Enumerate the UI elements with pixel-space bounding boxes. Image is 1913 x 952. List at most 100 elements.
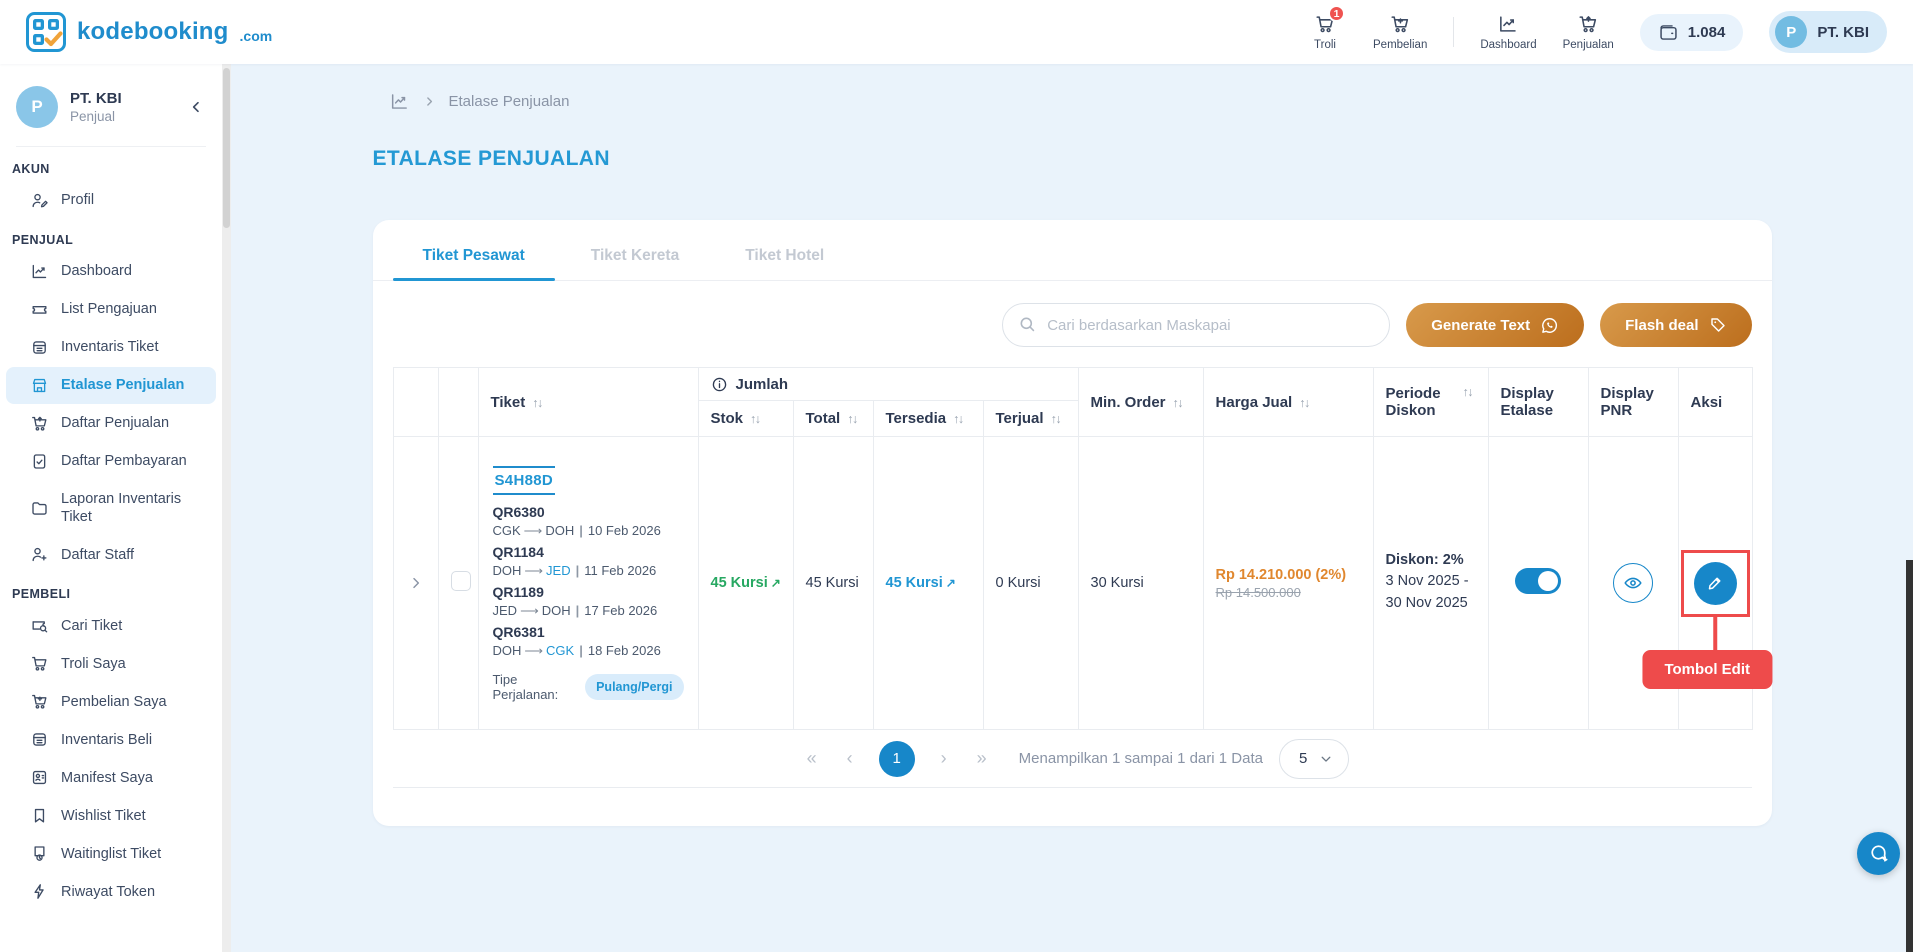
sort-icon[interactable]: ↑↓ xyxy=(750,412,760,426)
sidebar-item-wishlist-tiket[interactable]: Wishlist Tiket xyxy=(6,797,216,834)
harga-jual-value: Rp 14.210.000 (2%) xyxy=(1216,567,1361,583)
pagination-prev-button[interactable]: ‹ xyxy=(833,742,867,776)
sidebar-item-daftar-pembayaran[interactable]: Daftar Pembayaran xyxy=(6,443,216,480)
edit-button[interactable] xyxy=(1694,562,1737,605)
etalase-card: Tiket Pesawat Tiket Kereta Tiket Hotel G… xyxy=(373,220,1772,826)
dashboard-nav-button[interactable]: Dashboard xyxy=(1480,13,1536,51)
bookmark-icon xyxy=(30,806,49,825)
sidebar-item-riwayat-token[interactable]: Riwayat Token xyxy=(6,873,216,910)
sort-icon[interactable]: ↑↓ xyxy=(532,396,542,410)
info-icon[interactable] xyxy=(711,376,728,393)
airport-link[interactable]: CGK xyxy=(546,643,574,658)
row-select-cell xyxy=(438,437,478,730)
sort-icon[interactable]: ↑↓ xyxy=(1299,396,1309,410)
airport-link[interactable]: JED xyxy=(546,563,571,578)
sidebar-item-label: Manifest Saya xyxy=(61,769,153,787)
top-bar: kodebooking .com 1 Troli Pembelian Dashb… xyxy=(0,0,1913,64)
sort-icon[interactable]: ↑↓ xyxy=(1463,385,1473,399)
sidebar-item-laporan-inventaris-tiket[interactable]: Laporan Inventaris Tiket xyxy=(6,481,216,535)
breadcrumb-chart-icon[interactable] xyxy=(389,91,410,112)
tab-tiket-hotel[interactable]: Tiket Hotel xyxy=(715,247,854,280)
pagination-info: Menampilkan 1 sampai 1 dari 1 Data xyxy=(1019,750,1263,767)
chart-icon xyxy=(30,262,49,281)
row-checkbox[interactable] xyxy=(451,571,471,591)
sidebar-collapse-button[interactable] xyxy=(184,95,208,119)
row-expand-button[interactable] xyxy=(393,437,438,730)
booking-code-link[interactable]: S4H88D xyxy=(493,466,556,495)
terjual-cell: 0 Kursi xyxy=(983,437,1078,730)
brand-logo[interactable]: kodebooking .com xyxy=(26,12,272,52)
sidebar-item-label: Dashboard xyxy=(61,262,132,280)
flight-route: CGK⟶DOH|10 Feb 2026 xyxy=(493,523,684,539)
tab-tiket-pesawat[interactable]: Tiket Pesawat xyxy=(393,247,555,280)
pagination-next-button[interactable]: › xyxy=(927,742,961,776)
page-size-select[interactable]: 5 xyxy=(1279,739,1349,779)
sidebar-item-pembelian-saya[interactable]: Pembelian Saya xyxy=(6,683,216,720)
search-icon xyxy=(1018,315,1037,334)
main-content: Etalase Penjualan ETALASE PENJUALAN Tike… xyxy=(231,64,1913,952)
sidebar-item-profil[interactable]: Profil xyxy=(6,182,216,219)
pagination-first-button[interactable]: « xyxy=(795,742,829,776)
sidebar-item-daftar-penjualan[interactable]: Daftar Penjualan xyxy=(6,405,216,442)
user-menu[interactable]: P PT. KBI xyxy=(1769,11,1887,53)
sort-icon[interactable]: ↑↓ xyxy=(953,412,963,426)
breadcrumb-current: Etalase Penjualan xyxy=(449,93,570,110)
chat-fab-button[interactable] xyxy=(1857,832,1900,875)
tag-icon xyxy=(1709,316,1727,334)
sidebar-item-manifest-saya[interactable]: Manifest Saya xyxy=(6,759,216,796)
sidebar-item-inventaris-tiket[interactable]: Inventaris Tiket xyxy=(6,329,216,366)
pagination-page-1[interactable]: 1 xyxy=(879,741,915,777)
sidebar-item-waitinglist-tiket[interactable]: Waitinglist Tiket xyxy=(6,835,216,872)
sidebar-item-dashboard[interactable]: Dashboard xyxy=(6,253,216,290)
view-pnr-button[interactable] xyxy=(1613,563,1653,603)
sidebar-item-inventaris-beli[interactable]: Inventaris Beli xyxy=(6,721,216,758)
trip-type-row: Tipe Perjalanan: Pulang/Pergi xyxy=(493,672,684,702)
sidebar-item-label: Inventaris Beli xyxy=(61,731,152,749)
troli-nav-button[interactable]: 1 Troli xyxy=(1303,13,1347,51)
section-title-pembeli: PEMBELI xyxy=(0,574,222,606)
pembelian-label: Pembelian xyxy=(1373,39,1427,51)
page-scrollbar-thumb[interactable] xyxy=(1906,560,1913,952)
search-input[interactable] xyxy=(1002,303,1390,347)
etalase-table: Tiket↑↓ Jumlah Min. Order↑↓ Harga Jual↑↓ xyxy=(393,367,1752,730)
flash-deal-button[interactable]: Flash deal xyxy=(1600,303,1751,347)
sidebar-item-troli-saya[interactable]: Troli Saya xyxy=(6,645,216,682)
stok-cell: 45 Kursi↗ xyxy=(698,437,793,730)
sidebar-scrollbar-thumb[interactable] xyxy=(223,68,230,228)
sort-icon[interactable]: ↑↓ xyxy=(847,412,857,426)
sort-icon[interactable]: ↑↓ xyxy=(1051,412,1061,426)
id-card-icon xyxy=(30,768,49,787)
cart-plus-icon xyxy=(1389,13,1411,35)
sidebar-item-label: Daftar Penjualan xyxy=(61,414,169,432)
tab-tiket-kereta[interactable]: Tiket Kereta xyxy=(561,247,709,280)
pagination: « ‹ 1 › » Menampilkan 1 sampai 1 dari 1 … xyxy=(393,730,1752,788)
sidebar-item-daftar-staff[interactable]: Daftar Staff xyxy=(6,536,216,573)
display-etalase-toggle[interactable] xyxy=(1515,568,1561,594)
pembelian-nav-button[interactable]: Pembelian xyxy=(1373,13,1427,51)
display-etalase-cell xyxy=(1488,437,1588,730)
sidebar-item-label: Pembelian Saya xyxy=(61,693,167,711)
col-select xyxy=(438,368,478,437)
brand-tld: .com xyxy=(240,28,273,44)
profile-role: Penjual xyxy=(70,109,122,124)
generate-text-button[interactable]: Generate Text xyxy=(1406,303,1584,347)
sidebar-item-label: Laporan Inventaris Tiket xyxy=(61,490,201,526)
sidebar-item-etalase-penjualan[interactable]: Etalase Penjualan xyxy=(6,367,216,404)
tiket-cell: S4H88D QR6380 CGK⟶DOH|10 Feb 2026 QR1184… xyxy=(478,437,698,730)
pagination-last-button[interactable]: » xyxy=(965,742,999,776)
sort-icon[interactable]: ↑↓ xyxy=(1173,396,1183,410)
trend-up-icon[interactable]: ↗ xyxy=(946,576,956,590)
wallet-balance-pill[interactable]: 1.084 xyxy=(1640,14,1744,51)
sidebar-scrollbar[interactable] xyxy=(222,64,231,952)
penjualan-nav-button[interactable]: Penjualan xyxy=(1563,13,1614,51)
header-divider xyxy=(1453,17,1454,47)
sidebar-item-list-pengajuan[interactable]: List Pengajuan xyxy=(6,291,216,328)
troli-badge: 1 xyxy=(1328,5,1345,22)
sidebar-item-cari-tiket[interactable]: Cari Tiket xyxy=(6,607,216,644)
trip-type-badge: Pulang/Pergi xyxy=(585,674,683,700)
col-stok: Stok↑↓ xyxy=(698,401,793,437)
folder-icon xyxy=(30,499,49,518)
sidebar-item-label: Etalase Penjualan xyxy=(61,376,184,394)
trend-up-icon[interactable]: ↗ xyxy=(771,576,781,590)
sidebar-item-label: Inventaris Tiket xyxy=(61,338,159,356)
